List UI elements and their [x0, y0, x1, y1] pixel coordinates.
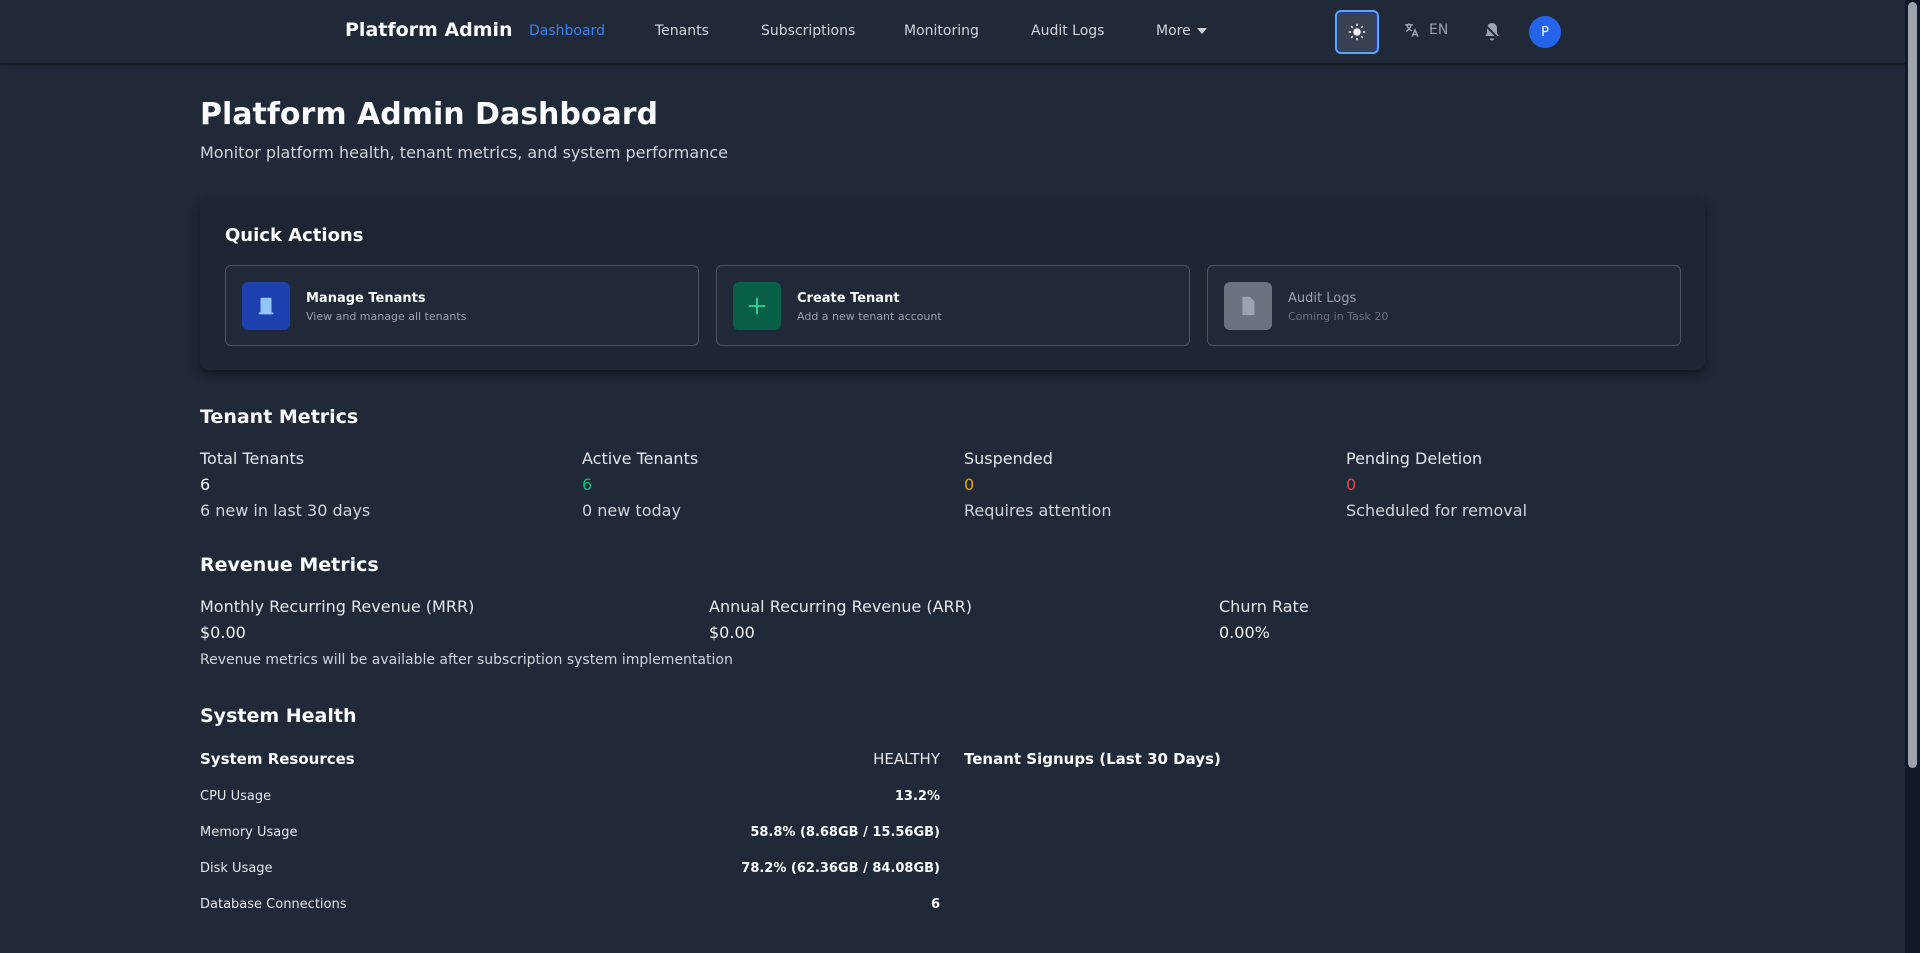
notifications-button[interactable]	[1480, 20, 1504, 44]
nav-tenants[interactable]: Tenants	[655, 23, 709, 39]
revenue-metrics-title: Revenue Metrics	[200, 554, 379, 576]
db-connections-value: 6	[930, 897, 940, 912]
cpu-usage-label: CPU Usage	[200, 789, 272, 804]
nav-more-dropdown[interactable]: More	[1156, 23, 1207, 39]
scrollbar-thumb[interactable]	[1908, 2, 1917, 768]
metric-label: Churn Rate	[1219, 597, 1309, 616]
metric-value: 0	[964, 475, 975, 494]
metric-mrr: Monthly Recurring Revenue (MRR) $0.00	[200, 597, 474, 642]
bell-icon	[1483, 23, 1501, 41]
card-title: Create Tenant	[797, 291, 900, 306]
metric-label: Monthly Recurring Revenue (MRR)	[200, 597, 475, 616]
page-subtitle: Monitor platform health, tenant metrics,…	[200, 143, 728, 162]
building-icon	[242, 282, 290, 330]
page-scrollbar[interactable]	[1905, 0, 1920, 953]
brand-title[interactable]: Platform Admin	[345, 19, 513, 41]
metric-value: 6	[200, 475, 211, 494]
card-description: Add a new tenant account	[797, 310, 942, 323]
tenant-signups-title: Tenant Signups (Last 30 Days)	[964, 750, 1221, 768]
metric-value: 0	[1346, 475, 1357, 494]
revenue-note: Revenue metrics will be available after …	[200, 652, 733, 668]
disk-usage-value: 78.2% (62.36GB / 84.08GB)	[741, 861, 940, 876]
language-selector[interactable]: EN	[1403, 21, 1448, 39]
quick-actions-panel: Quick Actions Manage Tenants View and ma…	[200, 199, 1705, 370]
db-connections-label: Database Connections	[200, 897, 347, 912]
metric-arr: Annual Recurring Revenue (ARR) $0.00	[709, 597, 972, 642]
nav-audit-logs[interactable]: Audit Logs	[1031, 23, 1104, 39]
memory-usage-label: Memory Usage	[200, 825, 298, 840]
nav-subscriptions[interactable]: Subscriptions	[761, 23, 855, 39]
create-tenant-card[interactable]: Create Tenant Add a new tenant account	[716, 265, 1190, 346]
metric-subtext: Scheduled for removal	[1346, 501, 1528, 520]
chevron-down-icon	[1196, 28, 1207, 34]
top-navbar: Platform Admin Dashboard Tenants Subscri…	[0, 0, 1905, 64]
metric-label: Suspended	[964, 449, 1053, 468]
nav-monitoring[interactable]: Monitoring	[904, 23, 979, 39]
metric-label: Pending Deletion	[1346, 449, 1483, 468]
system-resources-title: System Resources	[200, 750, 355, 768]
disk-usage-label: Disk Usage	[200, 861, 273, 876]
metric-suspended: Suspended 0 Requires attention	[964, 449, 1111, 520]
cpu-usage-value: 13.2%	[894, 789, 940, 804]
card-title: Manage Tenants	[306, 291, 426, 306]
language-label: EN	[1429, 22, 1449, 38]
metric-subtext: 0 new today	[582, 501, 681, 520]
user-avatar[interactable]: P	[1529, 16, 1561, 48]
plus-icon	[733, 282, 781, 330]
sun-icon	[1348, 23, 1366, 41]
metric-value: $0.00	[200, 623, 246, 642]
metric-total-tenants: Total Tenants 6 6 new in last 30 days	[200, 449, 370, 520]
page-title: Platform Admin Dashboard	[200, 97, 659, 132]
metric-churn-rate: Churn Rate 0.00%	[1219, 597, 1309, 642]
metric-label: Annual Recurring Revenue (ARR)	[709, 597, 973, 616]
system-health-title: System Health	[200, 705, 357, 727]
metric-value: 0.00%	[1219, 623, 1270, 642]
metric-label: Active Tenants	[582, 449, 699, 468]
card-title: Audit Logs	[1288, 291, 1357, 306]
memory-usage-value: 58.8% (8.68GB / 15.56GB)	[750, 825, 940, 840]
metric-value: $0.00	[709, 623, 755, 642]
metric-label: Total Tenants	[200, 449, 305, 468]
metric-pending-deletion: Pending Deletion 0 Scheduled for removal	[1346, 449, 1527, 520]
card-description: Coming in Task 20	[1288, 310, 1389, 323]
metric-value: 6	[582, 475, 593, 494]
metric-subtext: 6 new in last 30 days	[200, 501, 371, 520]
theme-toggle-button[interactable]	[1335, 10, 1379, 54]
document-icon	[1224, 282, 1272, 330]
audit-logs-card: Audit Logs Coming in Task 20	[1207, 265, 1681, 346]
translate-icon	[1405, 23, 1419, 38]
manage-tenants-card[interactable]: Manage Tenants View and manage all tenan…	[225, 265, 699, 346]
quick-actions-title: Quick Actions	[225, 225, 364, 246]
card-description: View and manage all tenants	[306, 310, 467, 323]
health-status-badge: HEALTHY	[873, 750, 940, 768]
metric-active-tenants: Active Tenants 6 0 new today	[582, 449, 698, 520]
tenant-metrics-title: Tenant Metrics	[200, 406, 359, 428]
nav-dashboard[interactable]: Dashboard	[529, 23, 605, 39]
metric-subtext: Requires attention	[964, 501, 1112, 520]
nav-more-label: More	[1156, 23, 1191, 39]
